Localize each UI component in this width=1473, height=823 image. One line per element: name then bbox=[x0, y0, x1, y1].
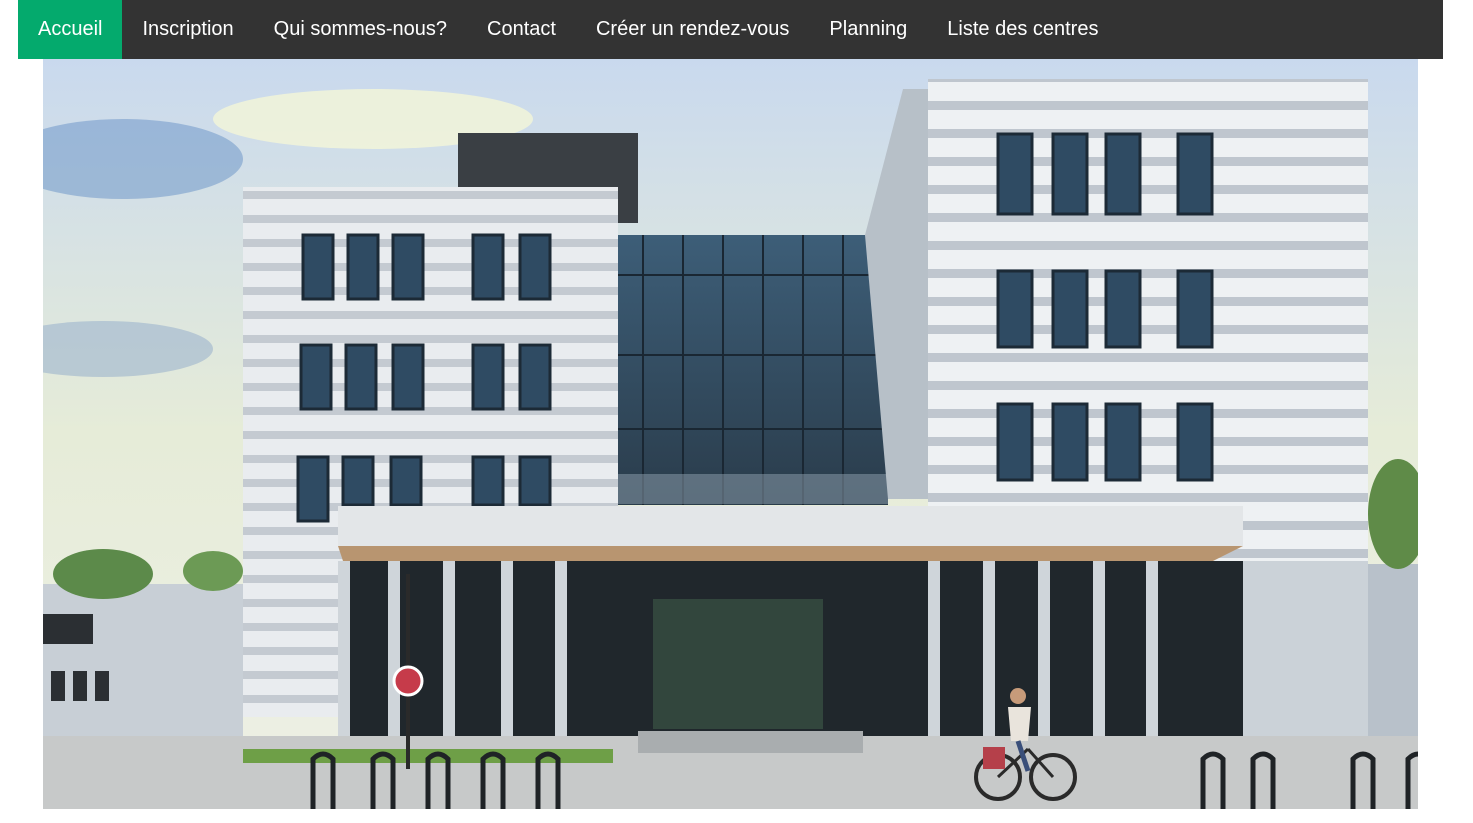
nav-link-accueil[interactable]: Accueil bbox=[18, 0, 123, 59]
hero-building-image bbox=[43, 59, 1418, 809]
nav-link-qui-sommes-nous[interactable]: Qui sommes-nous? bbox=[254, 0, 467, 59]
nav-link-planning[interactable]: Planning bbox=[809, 0, 927, 59]
nav-link-contact[interactable]: Contact bbox=[467, 0, 576, 59]
nav-link-liste-centres[interactable]: Liste des centres bbox=[927, 0, 1118, 59]
nav-link-creer-rendez-vous[interactable]: Créer un rendez-vous bbox=[576, 0, 809, 59]
top-navigation-bar: Accueil Inscription Qui sommes-nous? Con… bbox=[18, 0, 1443, 59]
nav-link-inscription[interactable]: Inscription bbox=[122, 0, 253, 59]
